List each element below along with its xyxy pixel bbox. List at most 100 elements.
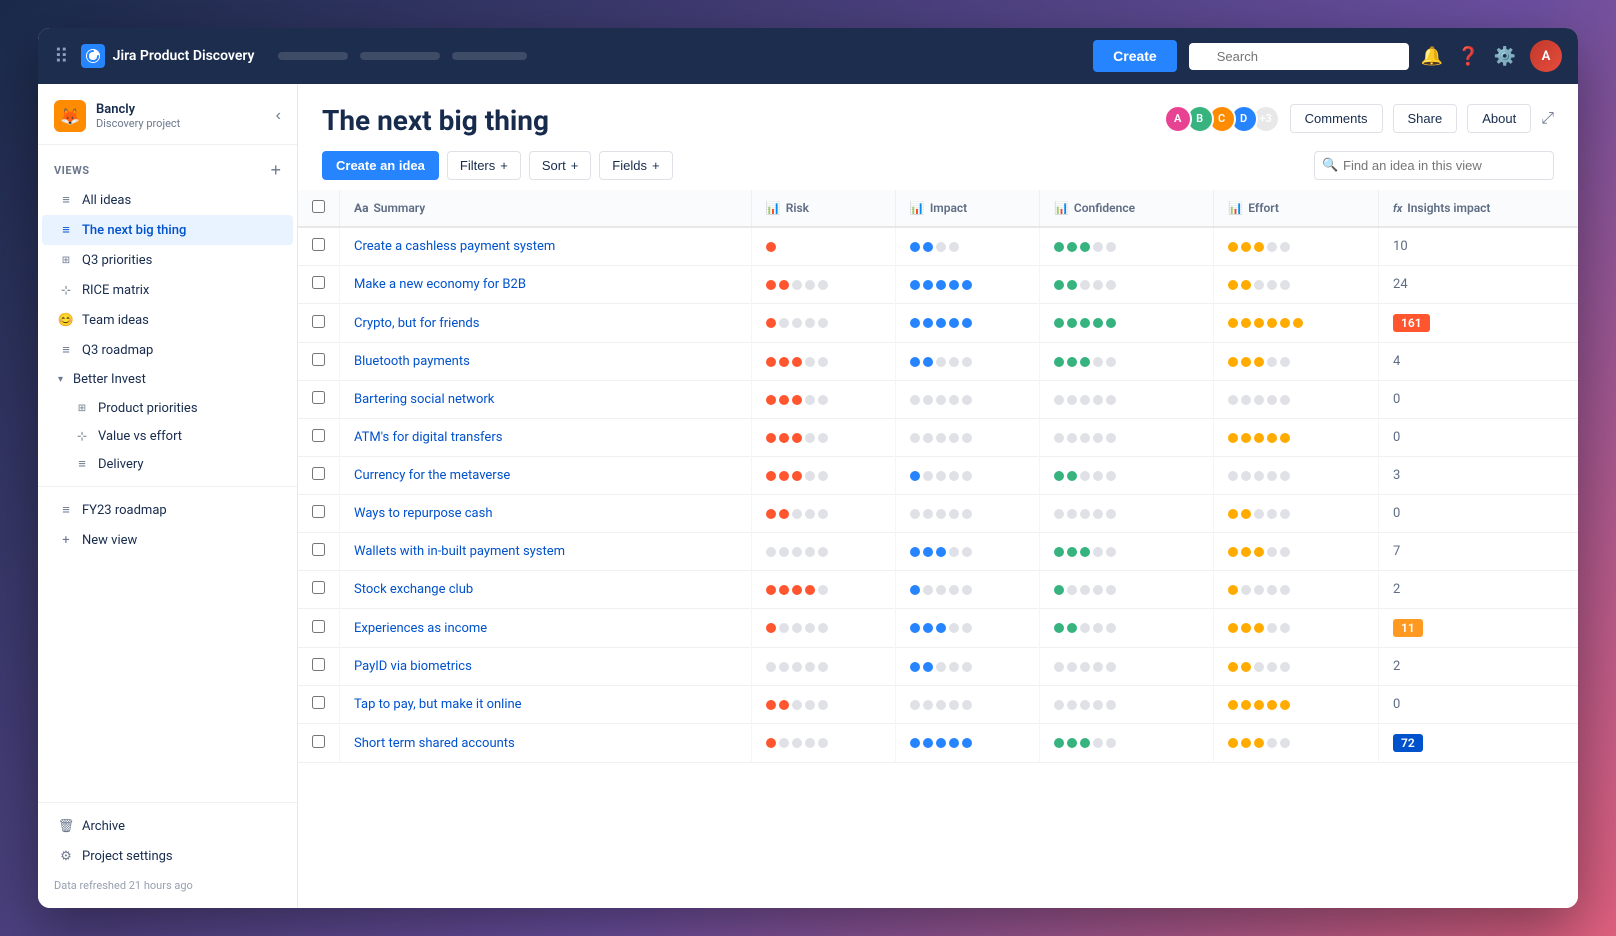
row-checkbox[interactable]: [312, 467, 325, 480]
row-summary[interactable]: Make a new economy for B2B: [340, 266, 752, 304]
toolbar-search-input[interactable]: [1314, 151, 1554, 180]
dot-group: [766, 395, 881, 405]
dot-empty: [779, 547, 789, 557]
dot-empty: [962, 662, 972, 672]
nav-create-button[interactable]: Create: [1093, 40, 1177, 72]
row-impact: [895, 304, 1039, 343]
value-vs-effort-icon: ⊹: [74, 428, 90, 444]
dot-group: [1228, 357, 1364, 367]
sidebar-item-project-settings[interactable]: ⚙ Project settings: [42, 841, 293, 871]
project-sub: Discovery project: [96, 117, 266, 130]
row-checkbox[interactable]: [312, 620, 325, 633]
row-checkbox[interactable]: [312, 581, 325, 594]
sidebar-item-delivery[interactable]: ≡ Delivery: [42, 450, 293, 478]
dot-empty: [792, 700, 802, 710]
row-summary[interactable]: Bartering social network: [340, 381, 752, 419]
col-insights[interactable]: fx Insights impact: [1379, 190, 1578, 227]
grid-menu-icon[interactable]: ⠿: [54, 44, 69, 69]
dot-group: [1054, 280, 1199, 290]
sidebar-item-q3-roadmap[interactable]: ≡ Q3 roadmap: [42, 335, 293, 365]
filters-button[interactable]: Filters +: [447, 151, 521, 180]
user-avatar[interactable]: A: [1530, 40, 1562, 72]
row-summary[interactable]: Currency for the metaverse: [340, 457, 752, 495]
sidebar-item-archive[interactable]: 🗑 Archive: [42, 811, 293, 841]
notifications-icon[interactable]: 🔔: [1421, 46, 1443, 67]
settings-icon[interactable]: ⚙️: [1494, 46, 1516, 67]
add-view-button[interactable]: +: [270, 161, 281, 179]
row-summary[interactable]: Wallets with in-built payment system: [340, 533, 752, 571]
sidebar-item-better-invest[interactable]: ▾ Better Invest: [42, 365, 293, 394]
dot-empty: [1280, 585, 1290, 595]
table-row: Ways to repurpose cash 0: [298, 495, 1578, 533]
sidebar-item-all-ideas[interactable]: ≡ All ideas: [42, 185, 293, 215]
row-insights: 4: [1379, 343, 1578, 381]
row-impact: [895, 419, 1039, 457]
row-confidence: [1039, 724, 1213, 763]
row-checkbox[interactable]: [312, 353, 325, 366]
row-summary[interactable]: Bluetooth payments: [340, 343, 752, 381]
dot-group: [910, 700, 1025, 710]
row-checkbox[interactable]: [312, 658, 325, 671]
create-idea-button[interactable]: Create an idea: [322, 151, 439, 180]
dot-group: [766, 280, 881, 290]
row-checkbox[interactable]: [312, 505, 325, 518]
col-effort[interactable]: 📊 Effort: [1214, 190, 1379, 227]
about-button[interactable]: About: [1467, 104, 1531, 133]
sort-button[interactable]: Sort +: [529, 151, 591, 180]
row-summary[interactable]: Tap to pay, but make it online: [340, 686, 752, 724]
sidebar-item-q3-priorities[interactable]: ⊞ Q3 priorities: [42, 245, 293, 275]
expand-button[interactable]: ⤢: [1541, 110, 1554, 128]
comments-button[interactable]: Comments: [1290, 104, 1383, 133]
row-checkbox[interactable]: [312, 543, 325, 556]
help-icon[interactable]: ❓: [1457, 46, 1479, 67]
sidebar-item-next-big-thing[interactable]: ≡ The next big thing: [42, 215, 293, 245]
row-summary[interactable]: Crypto, but for friends: [340, 304, 752, 343]
select-all-checkbox[interactable]: [312, 200, 325, 213]
row-summary[interactable]: Experiences as income: [340, 609, 752, 648]
dot-empty: [923, 433, 933, 443]
row-summary[interactable]: Short term shared accounts: [340, 724, 752, 763]
sidebar-item-new-view[interactable]: + New view: [42, 525, 293, 555]
dot-filled: [1254, 738, 1264, 748]
row-summary[interactable]: Ways to repurpose cash: [340, 495, 752, 533]
col-impact[interactable]: 📊 Impact: [895, 190, 1039, 227]
row-check: [298, 419, 340, 457]
dot-filled: [1228, 738, 1238, 748]
row-impact: [895, 571, 1039, 609]
col-summary[interactable]: Aa Summary: [340, 190, 752, 227]
sidebar-collapse-button[interactable]: ‹: [276, 107, 281, 125]
dot-empty: [1106, 471, 1116, 481]
row-summary[interactable]: Create a cashless payment system: [340, 227, 752, 266]
dot-filled: [1228, 433, 1238, 443]
dot-empty: [1106, 280, 1116, 290]
nav-search-input[interactable]: [1189, 43, 1409, 70]
dot-filled: [1054, 242, 1064, 252]
sidebar-item-rice-matrix[interactable]: ⊹ RICE matrix: [42, 275, 293, 305]
sidebar-item-value-vs-effort[interactable]: ⊹ Value vs effort: [42, 422, 293, 450]
sidebar-item-fy23-roadmap[interactable]: ≡ FY23 roadmap: [42, 495, 293, 525]
row-checkbox[interactable]: [312, 391, 325, 404]
dot-group: [1054, 700, 1199, 710]
dot-filled: [1241, 623, 1251, 633]
row-summary[interactable]: Stock exchange club: [340, 571, 752, 609]
row-checkbox[interactable]: [312, 696, 325, 709]
dot-group: [1228, 547, 1364, 557]
row-summary[interactable]: PayID via biometrics: [340, 648, 752, 686]
col-risk[interactable]: 📊 Risk: [751, 190, 895, 227]
dot-filled: [1067, 738, 1077, 748]
row-summary[interactable]: ATM's for digital transfers: [340, 419, 752, 457]
dot-group: [910, 242, 1025, 252]
sidebar-item-team-ideas[interactable]: 😊 Team ideas: [42, 305, 293, 335]
row-check: [298, 343, 340, 381]
row-checkbox[interactable]: [312, 315, 325, 328]
row-checkbox[interactable]: [312, 276, 325, 289]
sidebar-item-product-priorities[interactable]: ⊞ Product priorities: [42, 394, 293, 422]
row-checkbox[interactable]: [312, 429, 325, 442]
dot-empty: [910, 700, 920, 710]
dot-group: [1054, 623, 1199, 633]
row-checkbox[interactable]: [312, 238, 325, 251]
fields-button[interactable]: Fields +: [599, 151, 672, 180]
col-confidence[interactable]: 📊 Confidence: [1039, 190, 1213, 227]
row-checkbox[interactable]: [312, 735, 325, 748]
share-button[interactable]: Share: [1393, 104, 1458, 133]
